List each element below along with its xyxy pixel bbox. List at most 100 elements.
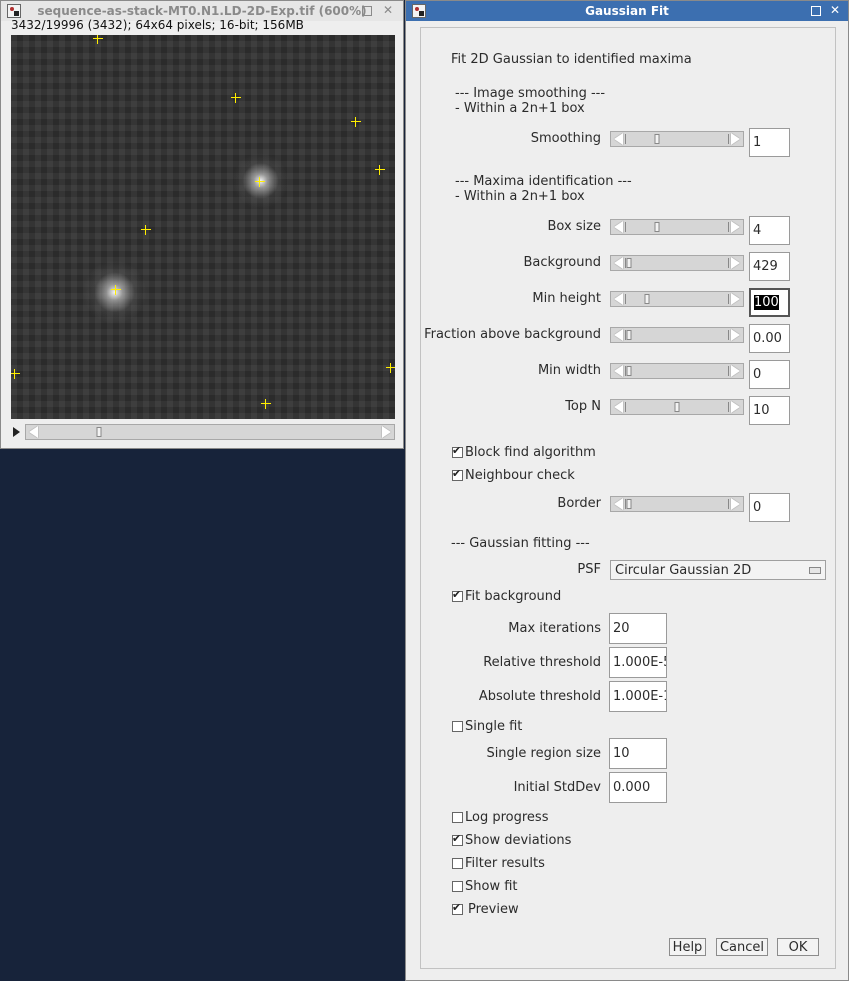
min-width-field[interactable]: 0 (749, 360, 790, 389)
slider-right-icon[interactable] (731, 401, 740, 413)
maxima-section-title: --- Maxima identification --- (455, 174, 632, 189)
slider-thumb[interactable] (626, 258, 632, 268)
top-n-label: Top N (565, 399, 601, 414)
slider-track-end (728, 222, 729, 232)
filter-results-checkbox[interactable]: Filter results (452, 856, 545, 871)
slider-right-icon[interactable] (731, 498, 740, 510)
min-height-field[interactable]: 100 (749, 288, 790, 317)
maximize-icon[interactable] (359, 3, 373, 17)
imagej-app-icon[interactable] (7, 4, 21, 18)
slider-left-icon[interactable] (614, 293, 623, 305)
checkbox-box[interactable] (452, 588, 463, 602)
smoothing-section-title: --- Image smoothing --- (455, 86, 606, 101)
slider-thumb[interactable] (654, 134, 660, 144)
absolute-threshold-field[interactable]: 1.000E-1 (609, 681, 667, 712)
single-fit-label: Single fit (465, 719, 523, 734)
dialog-titlebar[interactable]: Gaussian Fit ✕ (406, 1, 848, 21)
ok-button[interactable]: OK (777, 938, 819, 956)
smoothing-field[interactable]: 1 (749, 128, 790, 157)
checkbox-box[interactable] (452, 812, 463, 823)
psf-dropdown[interactable]: Circular Gaussian 2D (610, 560, 826, 580)
top-n-field[interactable]: 10 (749, 396, 790, 425)
dropdown-icon[interactable] (809, 567, 821, 574)
single-region-size-label: Single region size (486, 746, 601, 761)
single-fit-checkbox[interactable]: Single fit (452, 719, 522, 734)
checkbox-box[interactable] (452, 858, 463, 869)
slider-thumb[interactable] (626, 330, 632, 340)
play-icon[interactable] (13, 427, 20, 437)
single-region-size-field[interactable]: 10 (609, 738, 667, 769)
neighbour-check-checkbox[interactable]: Neighbour check (452, 467, 575, 483)
show-deviations-checkbox[interactable]: Show deviations (452, 832, 572, 848)
border-slider[interactable] (610, 496, 744, 512)
top-n-slider[interactable] (610, 399, 744, 415)
slider-right-icon[interactable] (731, 365, 740, 377)
maximum-marker (93, 35, 103, 44)
slider-left-icon[interactable] (614, 221, 623, 233)
slider-thumb[interactable] (654, 222, 660, 232)
slider-right-icon[interactable] (731, 329, 740, 341)
maximum-marker (111, 285, 121, 295)
relative-threshold-field[interactable]: 1.000E-5 (609, 647, 667, 678)
initial-stddev-label: Initial StdDev (513, 780, 601, 795)
block-find-checkbox[interactable]: Block find algorithm (452, 444, 596, 460)
imagej-app-icon[interactable] (412, 4, 426, 18)
close-icon[interactable]: ✕ (381, 3, 395, 17)
stack-slider-thumb[interactable] (96, 427, 102, 437)
help-button[interactable]: Help (669, 938, 706, 956)
min-height-label: Min height (532, 291, 601, 306)
background-field[interactable]: 429 (749, 252, 790, 281)
image-canvas[interactable] (11, 35, 395, 419)
slider-right-icon[interactable] (731, 257, 740, 269)
slider-thumb[interactable] (674, 402, 680, 412)
slider-left-icon[interactable] (614, 365, 623, 377)
fit-background-label: Fit background (465, 589, 562, 604)
slider-right-icon[interactable] (731, 221, 740, 233)
slider-right-icon[interactable] (731, 293, 740, 305)
checkbox-box[interactable] (452, 721, 463, 732)
initial-stddev-field[interactable]: 0.000 (609, 772, 667, 803)
image-info: 3432/19996 (3432); 64x64 pixels; 16-bit;… (11, 18, 304, 32)
slider-left-icon[interactable] (614, 401, 623, 413)
close-icon[interactable]: ✕ (828, 3, 842, 17)
slider-thumb[interactable] (644, 294, 650, 304)
maximize-icon[interactable] (808, 3, 822, 17)
cancel-button[interactable]: Cancel (716, 938, 768, 956)
box-size-slider[interactable] (610, 219, 744, 235)
preview-checkbox[interactable]: Preview (452, 901, 519, 917)
smoothing-slider[interactable] (610, 131, 744, 147)
max-iterations-field[interactable]: 20 (609, 613, 667, 644)
fit-background-checkbox[interactable]: Fit background (452, 588, 562, 604)
slider-left-icon[interactable] (614, 498, 623, 510)
absolute-threshold-label: Absolute threshold (478, 689, 601, 704)
border-field[interactable]: 0 (749, 493, 790, 522)
scroll-left-icon[interactable] (29, 426, 38, 438)
stack-slider[interactable] (25, 424, 395, 440)
fraction-above-background-slider[interactable] (610, 327, 744, 343)
slider-left-icon[interactable] (614, 329, 623, 341)
slider-left-icon[interactable] (614, 133, 623, 145)
gaussian-fitting-section-title: --- Gaussian fitting --- (451, 536, 590, 551)
background-slider[interactable] (610, 255, 744, 271)
filter-results-label: Filter results (465, 856, 545, 871)
fraction-above-background-field[interactable]: 0.00 (749, 324, 790, 353)
show-fit-checkbox[interactable]: Show fit (452, 879, 518, 894)
scroll-right-icon[interactable] (382, 426, 391, 438)
checkbox-box[interactable] (452, 444, 463, 458)
checkbox-box[interactable] (452, 832, 463, 846)
gaussian-fit-dialog: Gaussian Fit ✕ Fit 2D Gaussian to identi… (405, 0, 849, 981)
checkbox-box[interactable] (452, 901, 463, 915)
show-deviations-label: Show deviations (465, 833, 572, 848)
slider-track-end (728, 134, 729, 144)
min-width-slider[interactable] (610, 363, 744, 379)
box-size-label: Box size (547, 219, 601, 234)
slider-thumb[interactable] (626, 499, 632, 509)
min-height-slider[interactable] (610, 291, 744, 307)
checkbox-box[interactable] (452, 881, 463, 892)
slider-thumb[interactable] (626, 366, 632, 376)
log-progress-checkbox[interactable]: Log progress (452, 810, 548, 825)
box-size-field[interactable]: 4 (749, 216, 790, 245)
slider-right-icon[interactable] (731, 133, 740, 145)
slider-left-icon[interactable] (614, 257, 623, 269)
checkbox-box[interactable] (452, 467, 463, 481)
